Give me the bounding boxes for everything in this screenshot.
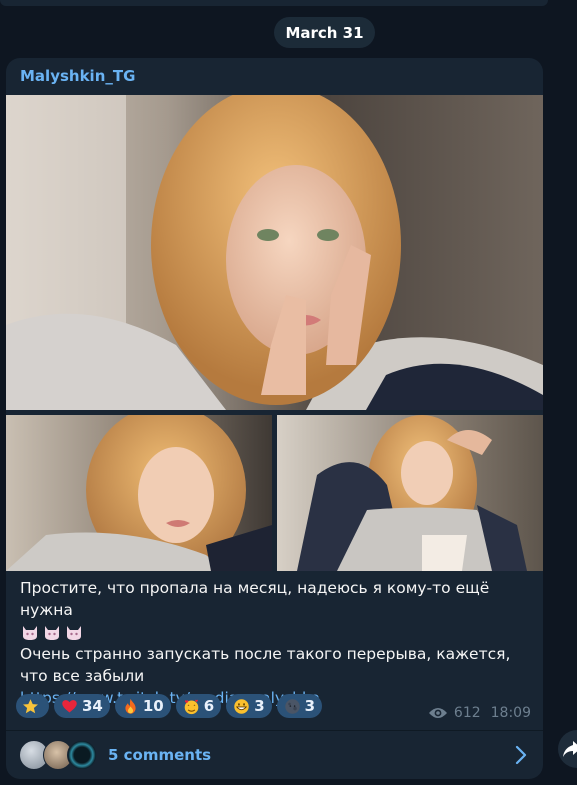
reaction-star[interactable] <box>16 694 49 718</box>
cat-face-emoji-icon <box>23 626 37 640</box>
smiling-face-with-hearts-icon <box>184 699 199 714</box>
reaction-hearts-face[interactable]: 6 <box>175 694 222 718</box>
reaction-grin[interactable]: 3 <box>226 694 272 718</box>
reaction-count: 6 <box>203 697 215 715</box>
view-count: 612 <box>453 705 481 721</box>
previous-message-edge <box>0 0 548 6</box>
reaction-count: 10 <box>142 697 164 715</box>
cat-face-emoji-icon <box>67 626 81 640</box>
reaction-heart[interactable]: 34 <box>54 694 110 718</box>
cat-face-emoji-icon <box>45 626 59 640</box>
grinning-face-icon <box>234 698 249 714</box>
reactions-bar: 34 10 6 3 3 <box>16 694 323 718</box>
cat-emoji-row <box>20 621 532 643</box>
fire-icon <box>125 698 136 714</box>
post-text-line-2: Очень странно запускать после такого пер… <box>20 645 511 685</box>
date-separator: March 31 <box>274 17 375 48</box>
post-photo-right[interactable] <box>277 415 543 571</box>
reaction-moon[interactable]: 3 <box>276 694 323 718</box>
red-heart-icon <box>62 699 77 712</box>
reaction-count: 3 <box>304 697 316 715</box>
post-photo-main[interactable] <box>6 95 543 410</box>
avatar <box>67 740 97 770</box>
post-text: Простите, что пропала на месяц, надеюсь … <box>20 577 532 709</box>
post-photo-left[interactable] <box>6 415 272 571</box>
star-icon <box>23 698 38 713</box>
channel-post[interactable]: Malyshkin_TG Простите, что пропала на ме… <box>6 58 543 779</box>
comments-label[interactable]: 5 comments <box>108 746 211 764</box>
chevron-right-icon[interactable] <box>515 745 527 765</box>
share-icon <box>563 741 577 757</box>
reaction-count: 34 <box>82 697 103 715</box>
eye-icon <box>428 708 447 718</box>
reaction-count: 3 <box>254 697 265 715</box>
post-time: 18:09 <box>490 705 531 721</box>
new-moon-face-icon <box>284 698 300 714</box>
post-meta: 612 18:09 <box>428 705 531 721</box>
share-button[interactable] <box>558 730 577 768</box>
reaction-fire[interactable]: 10 <box>114 694 171 718</box>
comments-button[interactable]: 5 comments <box>6 731 543 779</box>
commenter-avatars <box>19 740 99 770</box>
post-author[interactable]: Malyshkin_TG <box>20 67 135 85</box>
post-text-line-1: Простите, что пропала на месяц, надеюсь … <box>20 579 490 619</box>
